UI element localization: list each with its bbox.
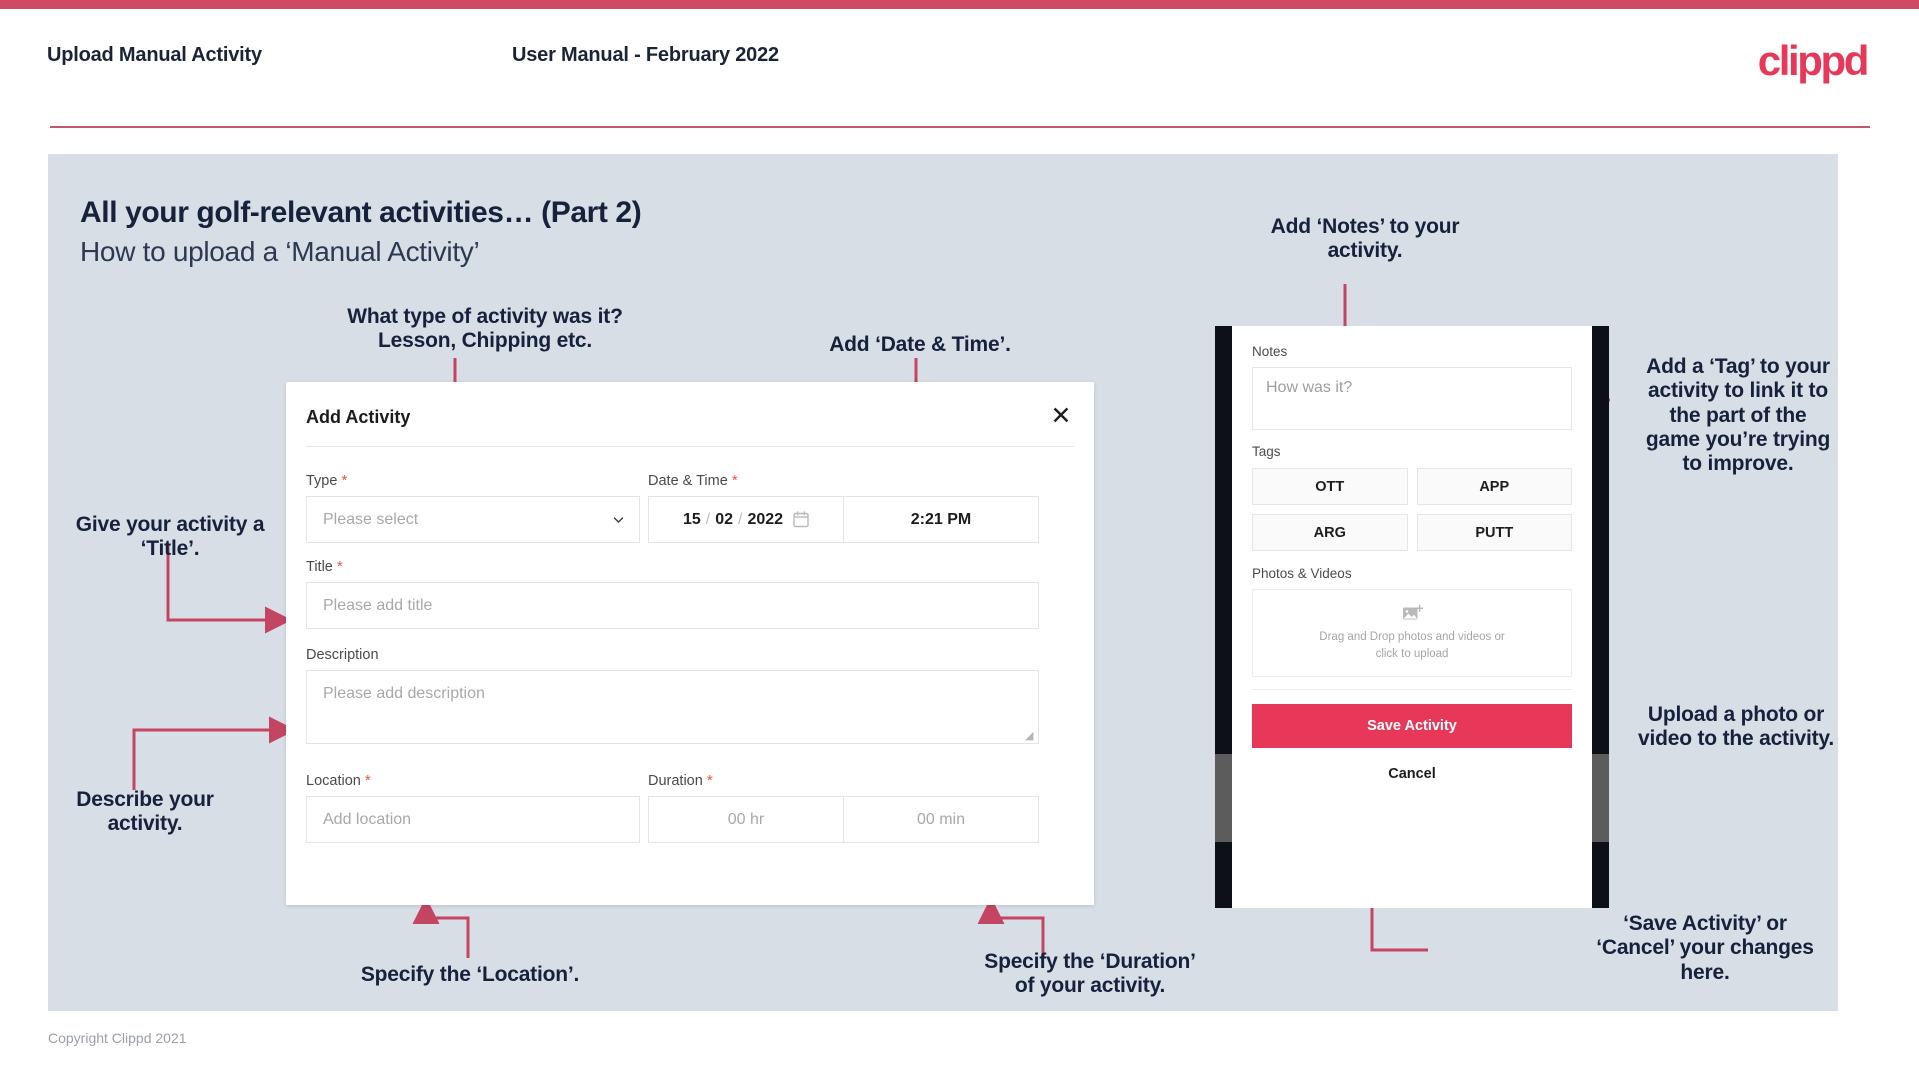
date-day: 15: [682, 510, 701, 528]
dropzone-line1: Drag and Drop photos and videos or: [1319, 630, 1505, 643]
save-activity-button[interactable]: Save Activity: [1252, 704, 1572, 748]
duration-hours-input[interactable]: 00 hr: [648, 796, 843, 843]
resize-handle-icon[interactable]: ◢: [1025, 731, 1035, 742]
field-datetime-label: Date & Time *: [648, 472, 738, 489]
dropzone-text: Drag and Drop photos and videos or click…: [1319, 629, 1504, 662]
calendar-icon[interactable]: [793, 511, 809, 528]
date-input[interactable]: 15 / 02 / 2022: [648, 496, 843, 543]
field-description: Description Please add description ◢: [306, 647, 1039, 744]
modal-divider: [306, 446, 1074, 447]
phone-side-button-left: [1215, 754, 1232, 842]
required-asterisk: *: [731, 472, 738, 489]
phone-notes-placeholder: How was it?: [1266, 379, 1353, 396]
date-year: 2022: [747, 510, 784, 528]
annotation-datetime: Add ‘Date & Time’.: [829, 333, 1011, 356]
field-datetime: Date & Time * 15 / 02 / 2022 2:21 PM: [648, 472, 1039, 543]
required-asterisk: *: [336, 558, 343, 575]
annotation-description: Describe your activity.: [76, 788, 214, 836]
type-select-placeholder: Please select: [323, 510, 419, 528]
field-title: Title * Please add title: [306, 558, 1039, 629]
phone-mockup: Notes How was it? Tags OTT APP ARG PUTT …: [1215, 326, 1609, 908]
tag-putt[interactable]: PUTT: [1416, 514, 1572, 551]
required-asterisk: *: [364, 772, 371, 789]
page-title: Upload Manual Activity: [47, 44, 262, 66]
phone-screen: Notes How was it? Tags OTT APP ARG PUTT …: [1232, 326, 1592, 908]
date-month: 02: [715, 510, 733, 528]
phone-divider: [1252, 689, 1572, 690]
modal-title: Add Activity: [306, 407, 411, 427]
location-input[interactable]: Add location: [306, 796, 640, 843]
phone-notes-label: Notes: [1252, 344, 1288, 359]
page-subtitle: User Manual - February 2022: [512, 44, 779, 66]
annotation-notes: Add ‘Notes’ to your activity.: [1270, 215, 1460, 263]
annotation-type: What type of activity was it? Lesson, Ch…: [347, 305, 623, 353]
field-duration: Duration * 00 hr 00 min: [648, 772, 1039, 843]
cancel-button[interactable]: Cancel: [1252, 766, 1572, 782]
field-location-label: Location *: [306, 772, 371, 789]
time-input[interactable]: 2:21 PM: [843, 496, 1039, 543]
slide-page: Upload Manual Activity User Manual - Feb…: [0, 0, 1919, 1079]
date-sep: /: [738, 510, 743, 528]
copyright-text: Copyright Clippd 2021: [48, 1030, 187, 1046]
slide-heading: All your golf-relevant activities… (Part…: [80, 196, 642, 229]
add-image-icon: [1402, 604, 1423, 620]
required-asterisk: *: [706, 772, 713, 789]
add-activity-modal: Add Activity ✕ Type * Please select Date…: [286, 382, 1094, 905]
field-description-label: Description: [306, 647, 379, 663]
phone-tags-label: Tags: [1252, 444, 1281, 459]
annotation-title: Give your activity a ‘Title’.: [75, 513, 265, 561]
field-duration-label: Duration *: [648, 772, 713, 789]
required-asterisk: *: [341, 472, 348, 489]
phone-notes-input[interactable]: How was it?: [1252, 367, 1572, 430]
description-textarea[interactable]: Please add description ◢: [306, 670, 1039, 744]
top-accent-bar: [0, 0, 1919, 9]
slide-subheading: How to upload a ‘Manual Activity’: [80, 236, 480, 267]
phone-side-button-right: [1592, 754, 1609, 842]
tag-app[interactable]: APP: [1416, 468, 1572, 505]
chevron-down-icon: [613, 516, 624, 523]
field-type: Type * Please select: [306, 472, 640, 543]
tag-ott[interactable]: OTT: [1252, 468, 1408, 505]
photo-dropzone[interactable]: Drag and Drop photos and videos or click…: [1252, 589, 1572, 677]
annotation-tags: Add a ‘Tag’ to your activity to link it …: [1645, 355, 1831, 476]
annotation-location: Specify the ‘Location’.: [360, 963, 580, 986]
annotation-photos: Upload a photo or video to the activity.: [1638, 703, 1834, 751]
date-sep: /: [705, 510, 711, 528]
phone-photos-label: Photos & Videos: [1252, 566, 1352, 581]
location-placeholder: Add location: [323, 810, 412, 828]
duration-minutes-input[interactable]: 00 min: [843, 796, 1039, 843]
header-divider: [50, 126, 1870, 128]
close-icon[interactable]: ✕: [1046, 400, 1076, 430]
clippd-logo: clippd: [1757, 37, 1870, 84]
dropzone-line2: click to upload: [1375, 647, 1449, 660]
title-input-placeholder: Please add title: [323, 596, 433, 614]
title-input[interactable]: Please add title: [306, 582, 1039, 629]
annotation-save: ‘Save Activity’ or ‘Cancel’ your changes…: [1596, 912, 1814, 984]
tag-arg[interactable]: ARG: [1252, 514, 1408, 551]
annotation-duration: Specify the ‘Duration’ of your activity.: [984, 950, 1196, 998]
field-title-label: Title *: [306, 558, 343, 575]
field-type-label: Type *: [306, 472, 348, 489]
description-placeholder: Please add description: [323, 685, 485, 702]
phone-tag-grid: OTT APP ARG PUTT: [1252, 468, 1572, 551]
field-location: Location * Add location: [306, 772, 640, 843]
type-select[interactable]: Please select: [306, 496, 640, 543]
